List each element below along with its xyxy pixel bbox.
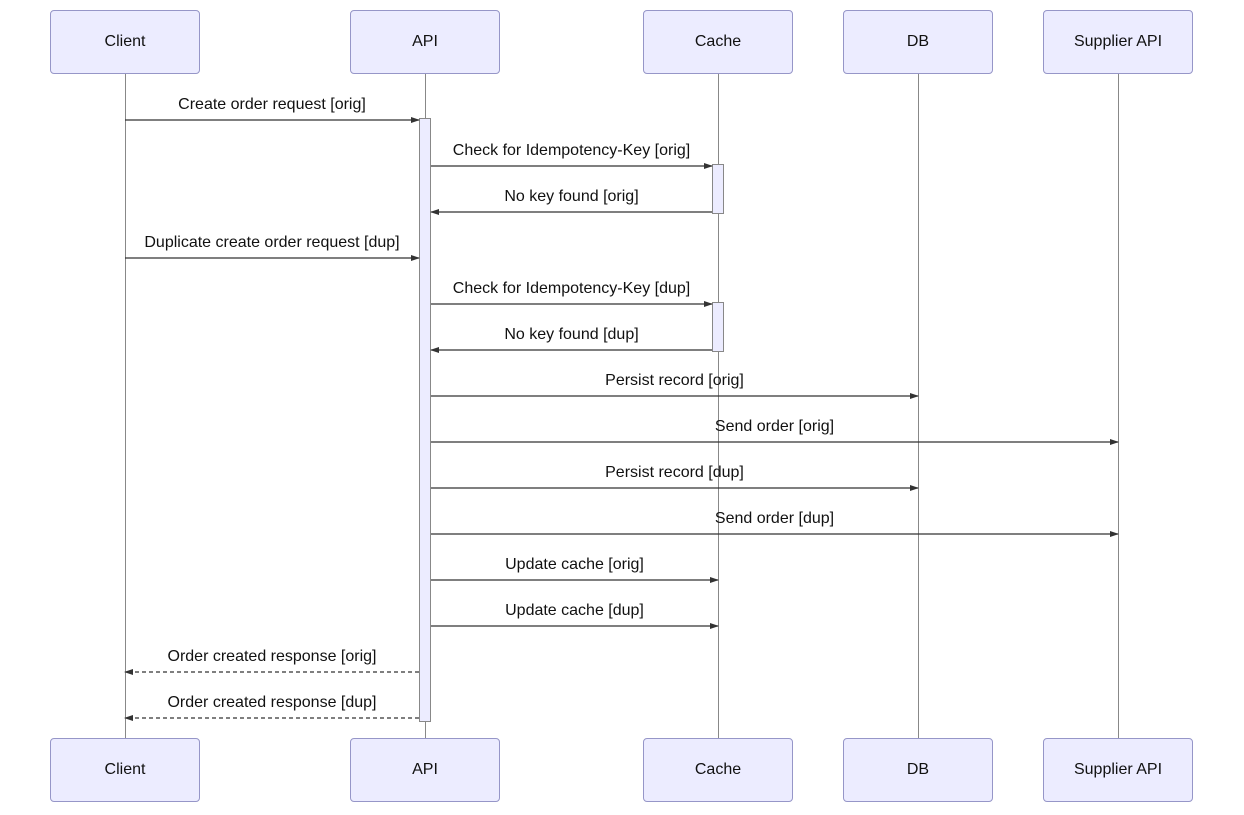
participant-client-top: Client: [50, 10, 200, 74]
message-label-m2: Check for Idempotency-Key [orig]: [372, 142, 772, 160]
lifeline-db: [918, 74, 919, 738]
message-label-m12: Update cache [dup]: [375, 602, 775, 620]
message-label-m11: Update cache [orig]: [375, 556, 775, 574]
participant-label: DB: [907, 761, 929, 779]
participant-label: Client: [105, 33, 146, 51]
message-label-m4: Duplicate create order request [dup]: [72, 234, 472, 252]
participant-label: Client: [105, 761, 146, 779]
lifeline-client: [125, 74, 126, 738]
participant-label: Cache: [695, 33, 741, 51]
participant-api-top: API: [350, 10, 500, 74]
participant-cache-bottom: Cache: [643, 738, 793, 802]
participant-supplier-bottom: Supplier API: [1043, 738, 1193, 802]
message-label-m5: Check for Idempotency-Key [dup]: [372, 280, 772, 298]
activation-api-main: [419, 118, 431, 722]
message-label-m14: Order created response [dup]: [72, 694, 472, 712]
message-label-m6: No key found [dup]: [372, 326, 772, 344]
message-label-m1: Create order request [orig]: [72, 96, 472, 114]
message-label-m8: Send order [orig]: [575, 418, 975, 436]
participant-label: Cache: [695, 761, 741, 779]
participant-supplier-top: Supplier API: [1043, 10, 1193, 74]
participant-label: Supplier API: [1074, 761, 1162, 779]
participant-label: Supplier API: [1074, 33, 1162, 51]
message-label-m10: Send order [dup]: [575, 510, 975, 528]
participant-cache-top: Cache: [643, 10, 793, 74]
sequence-diagram: Client API Cache DB Supplier API Client …: [0, 0, 1244, 815]
participant-db-bottom: DB: [843, 738, 993, 802]
lifeline-supplier: [1118, 74, 1119, 738]
participant-db-top: DB: [843, 10, 993, 74]
message-label-m7: Persist record [orig]: [475, 372, 875, 390]
participant-label: API: [412, 761, 438, 779]
message-label-m9: Persist record [dup]: [475, 464, 875, 482]
participant-label: DB: [907, 33, 929, 51]
arrows-layer: [0, 0, 1244, 815]
message-label-m13: Order created response [orig]: [72, 648, 472, 666]
participant-client-bottom: Client: [50, 738, 200, 802]
participant-label: API: [412, 33, 438, 51]
message-label-m3: No key found [orig]: [372, 188, 772, 206]
participant-api-bottom: API: [350, 738, 500, 802]
